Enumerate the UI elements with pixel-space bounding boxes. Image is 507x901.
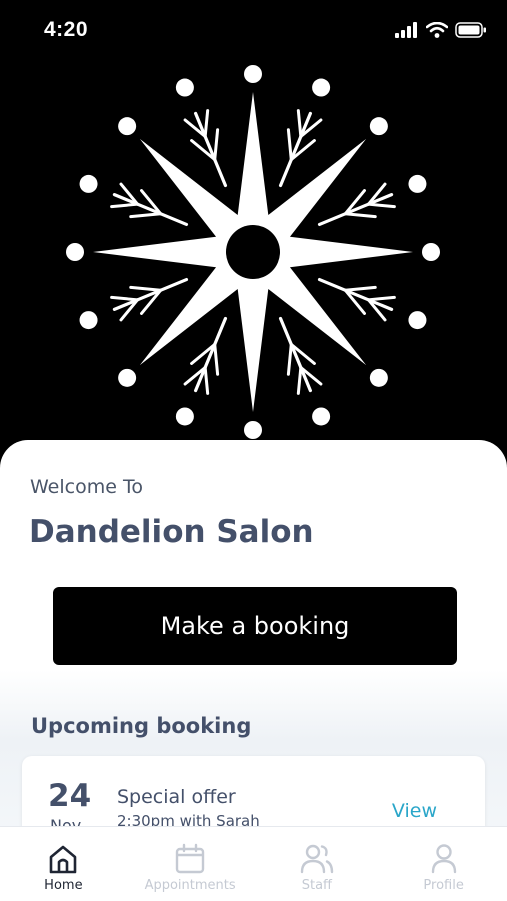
welcome-subtitle: Welcome To	[30, 476, 143, 498]
tab-profile[interactable]: Profile	[380, 827, 507, 901]
tab-bar: Home Appointments Staff Profile	[0, 826, 507, 901]
home-icon	[50, 845, 77, 874]
booking-day: 24	[48, 778, 92, 814]
tab-home-label: Home	[44, 878, 83, 893]
view-booking-link[interactable]: View	[392, 800, 437, 822]
booking-title: Special offer	[117, 786, 236, 808]
battery-icon	[455, 22, 486, 38]
status-icons	[395, 22, 487, 38]
tab-appointments[interactable]: Appointments	[127, 827, 254, 901]
tab-appointments-label: Appointments	[144, 878, 236, 893]
tab-staff[interactable]: Staff	[254, 827, 381, 901]
hero-banner	[0, 60, 507, 460]
salon-name-title: Dandelion Salon	[29, 514, 314, 550]
dandelion-logo-icon	[66, 65, 440, 439]
status-time: 4:20	[44, 18, 89, 41]
tab-home[interactable]: Home	[0, 827, 127, 901]
users-icon	[300, 844, 334, 874]
make-booking-button[interactable]: Make a booking	[53, 587, 457, 665]
status-bar: 4:20	[0, 0, 507, 60]
wifi-icon	[426, 22, 448, 38]
user-icon	[431, 844, 456, 874]
cellular-signal-icon	[395, 22, 417, 38]
tab-staff-label: Staff	[301, 878, 333, 893]
calendar-icon	[175, 843, 205, 874]
tab-profile-label: Profile	[423, 878, 464, 893]
upcoming-booking-heading: Upcoming booking	[31, 714, 252, 738]
